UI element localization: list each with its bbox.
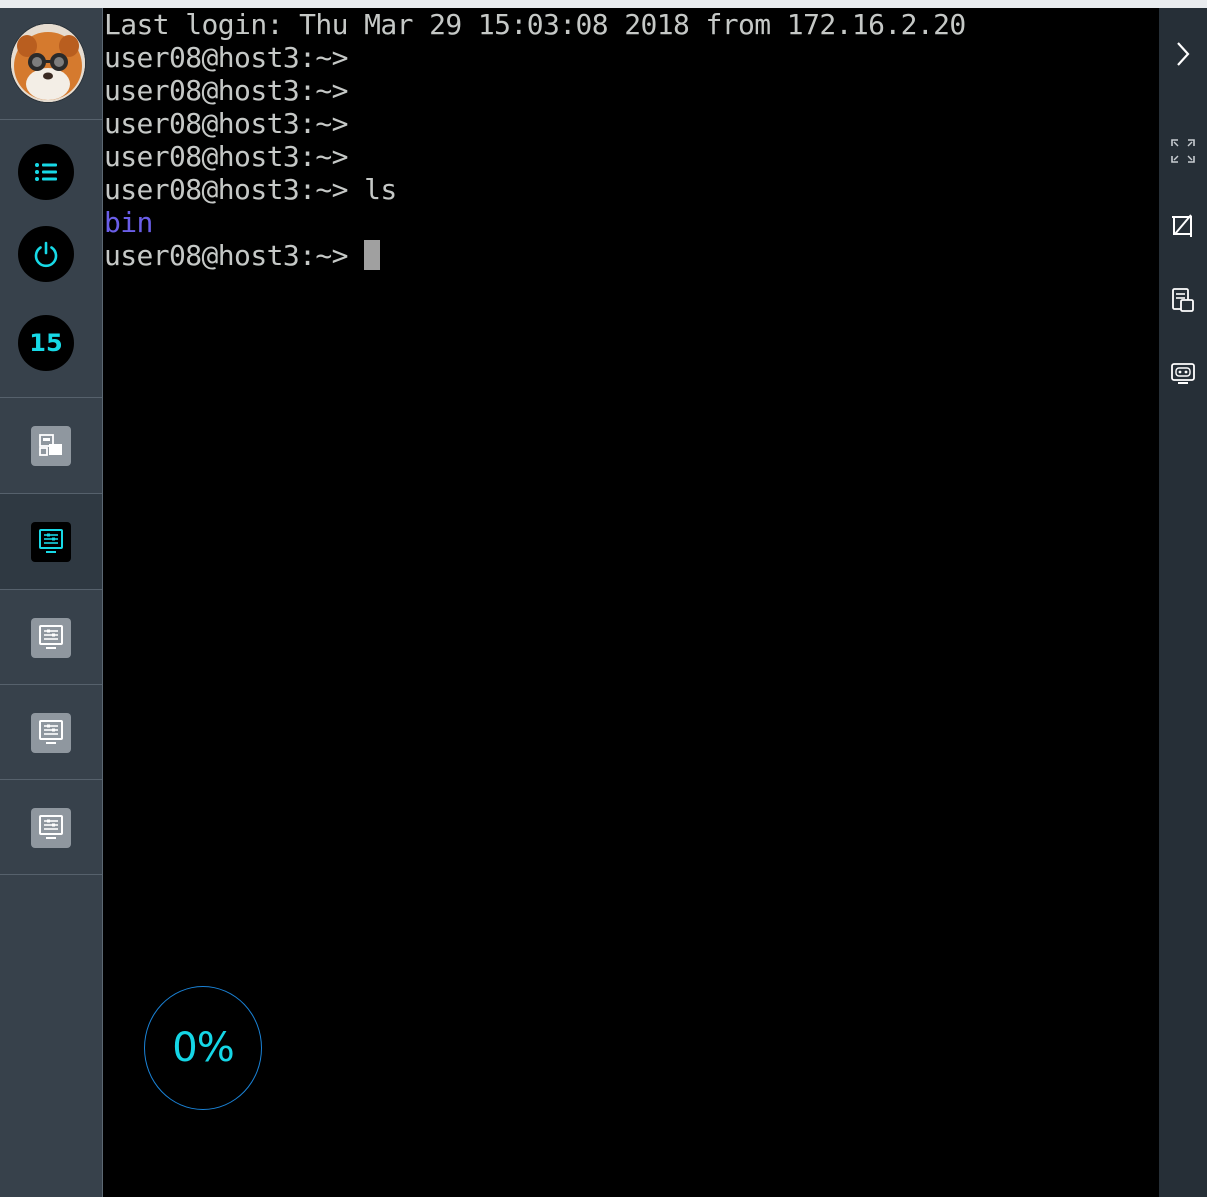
progress-indicator: 0% <box>144 986 262 1110</box>
remote-desktop-icon-box <box>31 712 71 753</box>
remote-desktop-icon <box>39 624 63 649</box>
terminal-line-directory: bin <box>104 206 153 239</box>
nav-remote-desktop-2[interactable] <box>0 590 102 685</box>
remote-desktop-icon <box>39 719 63 744</box>
terminal-line: user08@host3:~> <box>104 107 348 140</box>
clipboard-icon <box>1172 288 1194 312</box>
crop-icon <box>1172 214 1192 237</box>
task-count-button[interactable]: 15 <box>18 315 74 371</box>
remote-desktop-icon <box>39 528 63 553</box>
window-switch-icon-box <box>31 425 71 466</box>
progress-label: 0% <box>172 1025 234 1071</box>
remote-desktop-icon <box>39 814 63 839</box>
left-sidebar: 15 <box>0 8 103 1197</box>
menu-icon <box>35 163 57 181</box>
clipboard-button[interactable] <box>1169 284 1197 316</box>
top-strip <box>0 0 1207 8</box>
terminal-line: user08@host3:~> <box>104 41 348 74</box>
menu-button[interactable] <box>18 144 74 200</box>
power-button[interactable] <box>18 226 74 282</box>
nav-remote-desktop-4[interactable] <box>0 780 102 875</box>
terminal-prompt: user08@host3:~> <box>104 239 365 272</box>
nav-window-switch[interactable] <box>0 398 102 493</box>
window-switch-icon <box>39 433 62 456</box>
remote-desktop-icon-box <box>31 617 71 658</box>
avatar-image <box>11 24 85 102</box>
remote-desktop-icon-box <box>31 521 71 562</box>
terminal-line: Last login: Thu Mar 29 15:03:08 2018 fro… <box>104 8 966 41</box>
remote-desktop-icon-box <box>31 807 71 848</box>
fullscreen-icon <box>1171 139 1195 163</box>
sidebar-divider <box>0 119 102 120</box>
task-count-badge: 15 <box>29 329 63 357</box>
sidebar-divider <box>0 874 102 875</box>
avatar[interactable] <box>11 24 85 102</box>
text-cursor <box>364 240 381 270</box>
terminal-line: user08@host3:~> ls <box>104 173 397 206</box>
right-toolbar <box>1159 8 1207 1197</box>
terminal-line: user08@host3:~> <box>104 74 348 107</box>
nav-remote-desktop-3[interactable] <box>0 685 102 780</box>
fullscreen-button[interactable] <box>1169 135 1197 167</box>
crop-button[interactable] <box>1169 209 1197 241</box>
power-icon <box>34 241 58 268</box>
keyboard-icon <box>1171 363 1195 384</box>
chevron-right-icon <box>1177 42 1190 66</box>
terminal-screen[interactable]: Last login: Thu Mar 29 15:03:08 2018 fro… <box>104 8 1159 1197</box>
remote-screen-button[interactable] <box>1169 358 1197 390</box>
nav-remote-desktop-1[interactable] <box>0 494 102 589</box>
terminal-line: user08@host3:~> <box>104 140 348 173</box>
terminal-prompt-line[interactable]: user08@host3:~> <box>104 239 1159 272</box>
expand-toolbar-button[interactable] <box>1169 38 1197 70</box>
